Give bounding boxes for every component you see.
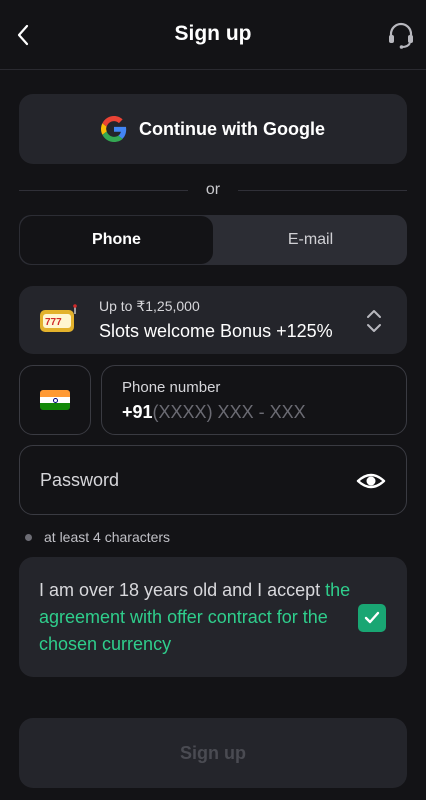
eye-icon	[356, 473, 386, 489]
agreement-statement: I am over 18 years old and I accept	[39, 580, 326, 600]
bonus-subtitle: Up to ₹1,25,000	[99, 298, 200, 314]
toggle-password-visibility-button[interactable]	[356, 468, 386, 494]
svg-text:777: 777	[45, 317, 62, 328]
phone-placeholder: (XXXX) XXX - XXX	[152, 402, 306, 422]
google-button-label: Continue with Google	[139, 118, 325, 139]
page-title: Sign up	[174, 22, 252, 45]
india-flag-icon	[40, 390, 70, 410]
agreement-checkbox[interactable]	[358, 604, 386, 632]
signup-method-tabs: Phone E-mail	[19, 215, 407, 265]
country-code: +91	[122, 402, 153, 422]
hint-bullet	[25, 533, 32, 541]
agreement-panel: I am over 18 years old and I accept the …	[19, 557, 407, 677]
slot-machine-icon: 777	[40, 304, 77, 332]
google-icon	[101, 116, 127, 142]
sign-up-button[interactable]: Sign up	[19, 718, 407, 788]
divider-text: or	[205, 181, 221, 198]
tab-phone[interactable]: Phone	[20, 216, 213, 264]
divider-line	[238, 189, 408, 191]
header-bar: Sign up	[0, 0, 426, 70]
continue-with-google-button[interactable]: Continue with Google	[19, 94, 407, 164]
bonus-title: Slots welcome Bonus +125%	[99, 321, 333, 341]
tab-email[interactable]: E-mail	[214, 215, 407, 265]
password-field[interactable]: Password	[19, 445, 407, 515]
or-divider: or	[19, 180, 408, 200]
phone-number-field[interactable]: Phone number +91(XXXX) XXX - XXX	[101, 365, 407, 435]
password-placeholder: Password	[40, 470, 120, 490]
agreement-text: I am over 18 years old and I accept the …	[39, 577, 359, 658]
phone-number-input[interactable]: +91(XXXX) XXX - XXX	[122, 402, 306, 423]
chevron-up-down-icon	[367, 310, 381, 332]
checkmark-icon	[364, 611, 380, 624]
headset-icon	[389, 22, 413, 49]
support-button[interactable]	[384, 18, 418, 52]
phone-number-label: Phone number	[122, 379, 221, 396]
hint-text: at least 4 characters	[44, 529, 171, 545]
divider-line	[19, 189, 188, 191]
bonus-selector[interactable]: 777 Up to ₹1,25,000 Slots welcome Bonus …	[19, 286, 407, 354]
country-selector[interactable]	[19, 365, 91, 435]
password-hint: at least 4 characters	[25, 529, 170, 545]
